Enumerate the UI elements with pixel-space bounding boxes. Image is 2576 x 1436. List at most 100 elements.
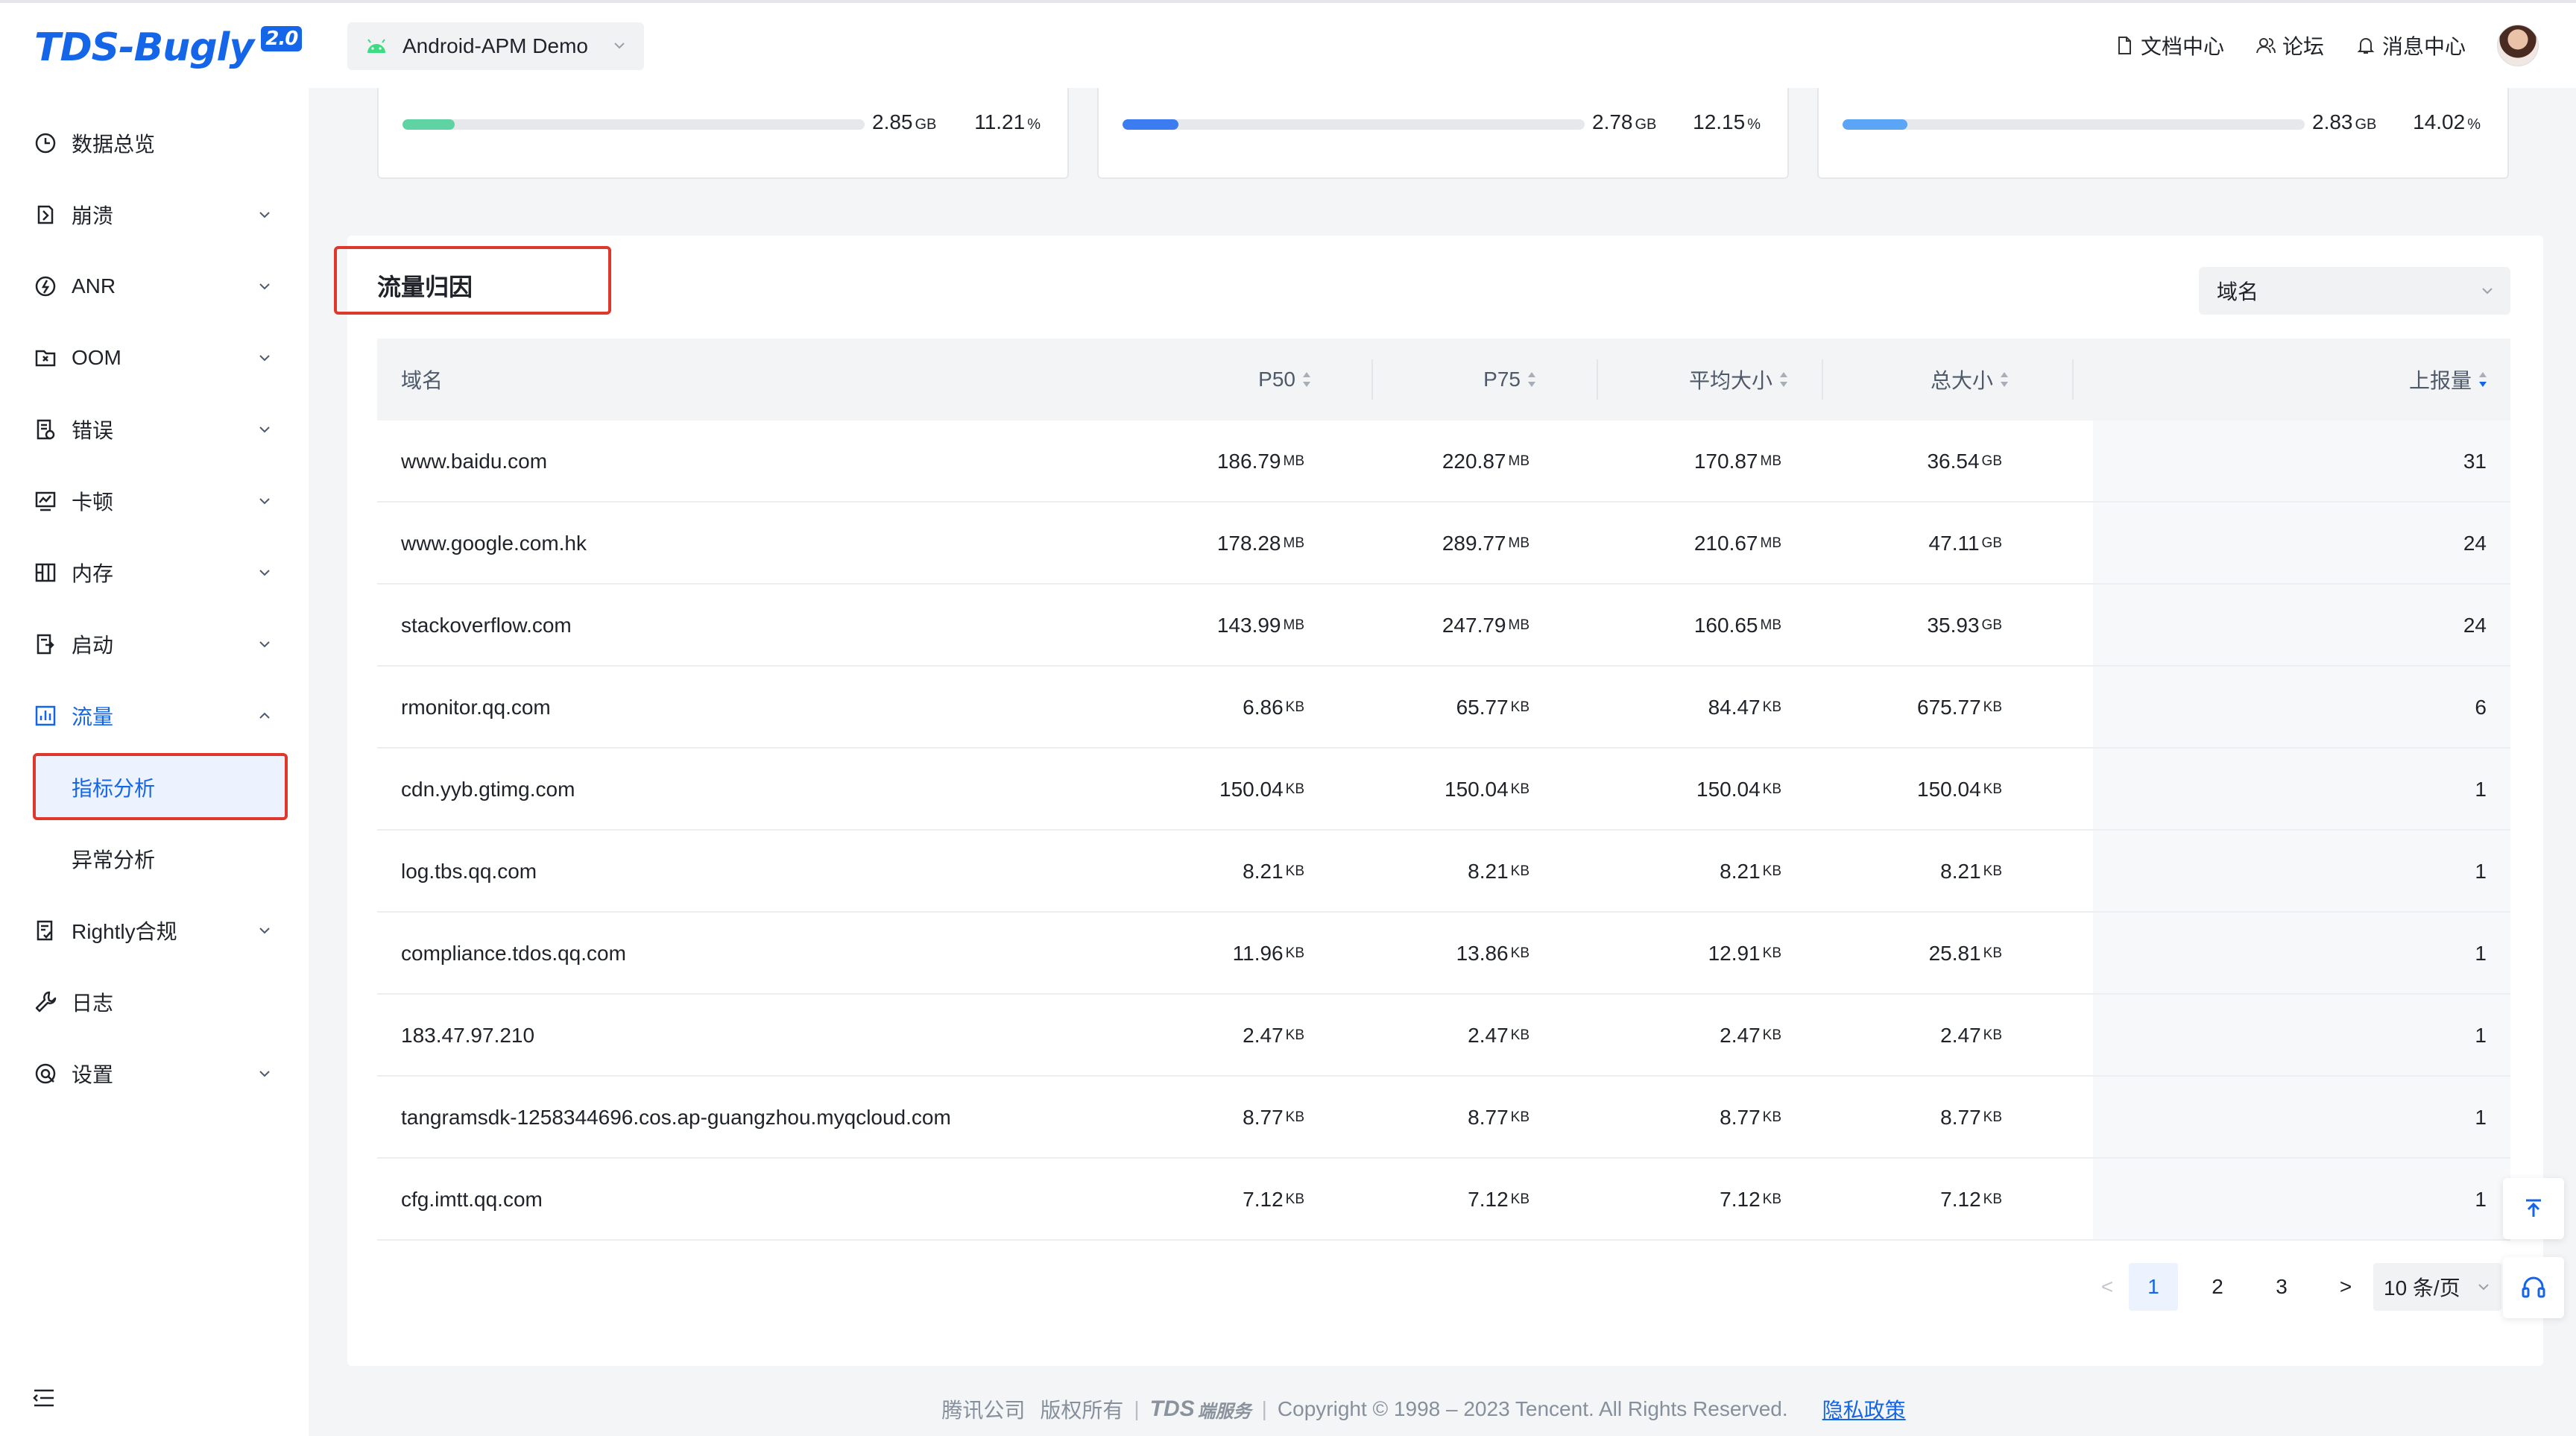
table-row[interactable]: cfg.imtt.qq.com 7.12 KB 7.12 KB 7.12 KB 7.12 KB 1: [377, 1159, 2510, 1241]
cell-total: 47.11 GB: [1928, 532, 2002, 555]
sidebar-item-traffic[interactable]: 流量: [0, 686, 309, 746]
sorted-column-bg: [2093, 1077, 2510, 1157]
lag-icon: [35, 491, 56, 511]
table-body: www.baidu.com 186.79 MB 220.87 MB 170.87 MB 36.…: [377, 421, 2510, 1241]
column-header-total[interactable]: 总大小: [1931, 338, 2010, 421]
progress-fill: [1843, 119, 1907, 130]
messages-label: 消息中心: [2381, 35, 2466, 58]
column-divider: [1371, 359, 1373, 400]
collapse-menu-icon[interactable]: [31, 1387, 57, 1409]
cell-p50: 6.86 KB: [1243, 696, 1304, 719]
table-row[interactable]: rmonitor.qq.com 6.86 KB 65.77 KB 84.47 KB 675.7…: [377, 667, 2510, 749]
sidebar-item-oom[interactable]: OOM: [0, 328, 309, 388]
cell-p75: 8.21 KB: [1468, 860, 1530, 883]
compliance-icon: [37, 920, 53, 941]
progress-bar: [1123, 119, 1585, 130]
cell-domain: 183.47.97.210: [401, 1024, 535, 1047]
chevron-down-icon: [259, 283, 270, 290]
sidebar-item-label: 内存: [72, 562, 114, 585]
table-row[interactable]: log.tbs.qq.com 8.21 KB 8.21 KB 8.21 KB 8.21 KB 1: [377, 831, 2510, 913]
page-1-button[interactable]: 1: [2129, 1263, 2178, 1311]
progress-bar: [1843, 119, 2305, 130]
card-size: 2.83 GB: [2312, 110, 2377, 133]
cell-p50: 150.04 KB: [1219, 778, 1304, 801]
anr-icon: [35, 276, 56, 297]
sidebar-item-settings[interactable]: 设置: [0, 1044, 309, 1103]
sidebar-item-label: 日志: [72, 992, 114, 1015]
cell-domain: www.google.com.hk: [401, 532, 587, 555]
docs-link[interactable]: 文档中心: [2114, 31, 2224, 60]
memory-icon: [35, 563, 56, 582]
bugly-logo[interactable]: TDS-Bugly 2.0: [34, 25, 303, 70]
sidebar-subitem-anomaly[interactable]: 异常分析: [33, 828, 286, 890]
page-2-button[interactable]: 2: [2193, 1263, 2242, 1311]
sidebar-item-overview[interactable]: 数据总览: [0, 113, 309, 173]
cell-p75: 7.12 KB: [1468, 1188, 1530, 1211]
sidebar-item-label: 数据总览: [72, 133, 156, 156]
cell-p75: 2.47 KB: [1468, 1024, 1530, 1047]
next-page-button[interactable]: >: [2321, 1263, 2370, 1311]
app-selector[interactable]: Android-APM Demo: [347, 22, 644, 70]
panel-title: 流量归因: [377, 274, 473, 300]
sidebar-item-crash[interactable]: 崩溃: [0, 185, 309, 245]
table-row[interactable]: stackoverflow.com 143.99 MB 247.79 MB 160.65 M…: [377, 585, 2510, 667]
column-header-p50[interactable]: P50: [1258, 338, 1312, 421]
oom-icon: [35, 350, 56, 367]
column-divider: [2072, 359, 2074, 400]
sidebar-subitem-label: 异常分析: [72, 848, 156, 872]
sidebar-item-label: 卡顿: [72, 491, 114, 514]
page-size-select[interactable]: 10 条/页: [2373, 1263, 2501, 1311]
forum-link[interactable]: 论坛: [2255, 31, 2324, 60]
cell-p50: 8.21 KB: [1243, 860, 1304, 883]
back-to-top-button[interactable]: [2503, 1178, 2564, 1239]
column-divider: [1597, 359, 1598, 400]
sidebar-item-log[interactable]: 日志: [0, 972, 309, 1032]
table-row[interactable]: tangramsdk-1258344696.cos.ap-guangzhou.m…: [377, 1077, 2510, 1159]
column-header-count[interactable]: 上报量: [2409, 338, 2488, 421]
footer-copyright: Copyright © 1998 – 2023 Tencent. All Rig…: [1277, 1397, 1788, 1420]
cell-count: 1: [2475, 860, 2487, 883]
cell-domain: stackoverflow.com: [401, 614, 572, 637]
sidebar-subitem-metrics[interactable]: 指标分析: [33, 756, 286, 819]
cell-p75: 13.86 KB: [1456, 942, 1530, 965]
footer-logo: TDS: [1149, 1396, 1195, 1421]
avatar[interactable]: [2497, 25, 2539, 66]
prev-page-button[interactable]: <: [2083, 1263, 2132, 1311]
chevron-down-icon: [259, 570, 270, 576]
table-row[interactable]: www.baidu.com 186.79 MB 220.87 MB 170.87 MB 36.…: [377, 421, 2510, 503]
sidebar-item-launch[interactable]: 启动: [0, 614, 309, 674]
sidebar-item-memory[interactable]: 内存: [0, 543, 309, 602]
page-3-button[interactable]: 3: [2257, 1263, 2306, 1311]
sorted-column-bg: [2093, 831, 2510, 911]
column-header-p75[interactable]: P75: [1483, 338, 1537, 421]
footer-logo-sub: 端服务: [1197, 1401, 1251, 1422]
column-header-avg[interactable]: 平均大小: [1689, 338, 1789, 421]
table-row[interactable]: www.google.com.hk 178.28 MB 289.77 MB 210.67 M…: [377, 503, 2510, 585]
support-button[interactable]: [2503, 1257, 2564, 1318]
logo-text: TDS-Bugly: [34, 25, 254, 70]
cell-p50: 11.96 KB: [1232, 942, 1304, 965]
cell-domain: log.tbs.qq.com: [401, 860, 537, 883]
table-row[interactable]: cdn.yyb.gtimg.com 150.04 KB 150.04 KB 150.04 K…: [377, 749, 2510, 831]
sidebar-item-error[interactable]: 错误: [0, 400, 309, 459]
sidebar-item-label: 流量: [72, 705, 114, 728]
cell-p75: 8.77 KB: [1468, 1106, 1530, 1129]
cell-count: 6: [2475, 696, 2487, 719]
footer-rights: 版权所有: [1040, 1399, 1124, 1422]
chevron-up-icon: [259, 712, 270, 719]
table-row[interactable]: compliance.tdos.qq.com 11.96 KB 13.86 KB 12.9…: [377, 913, 2510, 995]
card-percent: 14.02%: [2413, 110, 2481, 133]
table-row[interactable]: 183.47.97.210 2.47 KB 2.47 KB 2.47 KB 2.47 KB 1: [377, 995, 2510, 1077]
cell-total: 8.77 KB: [1940, 1106, 2002, 1129]
privacy-policy-link[interactable]: 隐私政策: [1822, 1394, 1906, 1424]
sidebar-item-lag[interactable]: 卡顿: [0, 471, 309, 531]
progress-fill: [402, 119, 455, 130]
dimension-select[interactable]: 域名: [2199, 267, 2510, 315]
cell-p50: 8.77 KB: [1243, 1106, 1304, 1129]
sidebar: 数据总览 崩溃 ANR OOM 错误 卡顿 内存 启动 流量 指标分析 异常分析…: [0, 88, 309, 1436]
chevron-down-icon: [2482, 288, 2493, 295]
messages-link[interactable]: 消息中心: [2355, 31, 2466, 60]
app-name: Android-APM Demo: [402, 34, 588, 57]
sidebar-item-compliance[interactable]: Rightly合规: [0, 901, 309, 960]
sidebar-item-anr[interactable]: ANR: [0, 256, 309, 316]
